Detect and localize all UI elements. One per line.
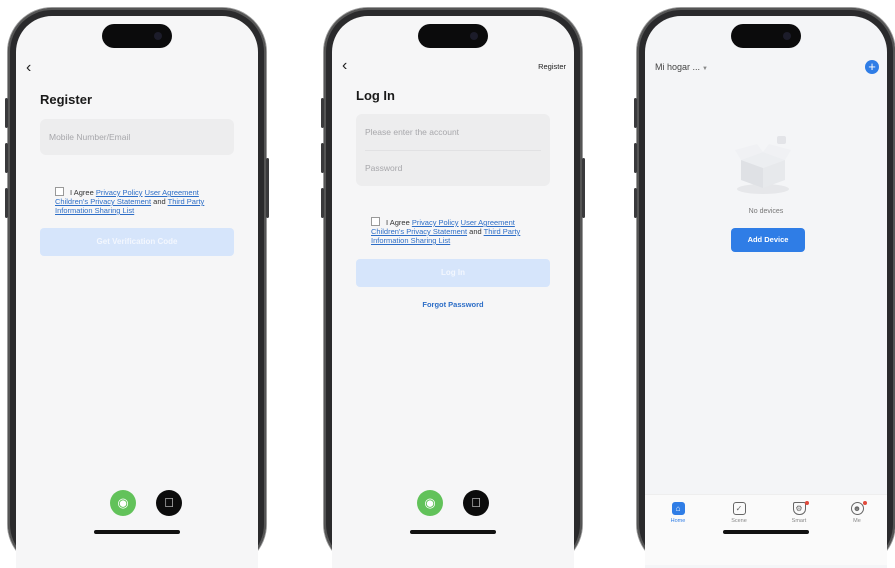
dynamic-island bbox=[731, 24, 801, 48]
dropdown-caret-icon: ▼ bbox=[702, 66, 708, 72]
apple-icon[interactable]:  bbox=[463, 490, 489, 516]
account-input[interactable]: Please enter the account bbox=[365, 114, 541, 151]
apple-icon[interactable]:  bbox=[156, 490, 182, 516]
phone-register: ‹ Register Mobile Number/Email I Agree P… bbox=[5, 8, 269, 568]
user-agreement-link[interactable]: User Agreement bbox=[145, 188, 199, 197]
back-chevron-icon[interactable]: ‹ bbox=[342, 58, 347, 74]
add-device-button[interactable]: Add Device bbox=[731, 228, 805, 252]
mobile-email-placeholder: Mobile Number/Email bbox=[49, 132, 131, 142]
mobile-email-input[interactable]: Mobile Number/Email bbox=[40, 119, 234, 155]
home-indicator bbox=[94, 530, 180, 534]
tab-scene-label: Scene bbox=[731, 518, 747, 524]
login-button[interactable]: Log In bbox=[356, 259, 550, 287]
register-screen: ‹ Register Mobile Number/Email I Agree P… bbox=[16, 16, 258, 568]
smart-icon: ⚙ bbox=[792, 502, 806, 515]
profile-icon: ☻ bbox=[850, 502, 864, 515]
tab-home[interactable]: ⌂ Home bbox=[660, 502, 696, 524]
childrens-privacy-link[interactable]: Children's Privacy Statement bbox=[371, 227, 467, 236]
agree-prefix: I Agree bbox=[70, 188, 94, 197]
get-verification-code-button[interactable]: Get Verification Code bbox=[40, 228, 234, 256]
privacy-policy-link[interactable]: Privacy Policy bbox=[96, 188, 143, 197]
tab-smart[interactable]: ⚙ Smart bbox=[781, 501, 817, 524]
home-indicator bbox=[410, 530, 496, 534]
empty-state-text: No devices bbox=[748, 208, 784, 215]
home-icon: ⌂ bbox=[671, 502, 685, 515]
dynamic-island bbox=[102, 24, 172, 48]
add-plus-icon[interactable]: + bbox=[865, 60, 879, 74]
phone-login: ‹ Register Log In Please enter the accou… bbox=[321, 8, 585, 568]
agree-checkbox[interactable] bbox=[55, 187, 64, 196]
childrens-privacy-link[interactable]: Children's Privacy Statement bbox=[55, 197, 151, 206]
empty-box-illustration bbox=[735, 136, 791, 194]
home-selector[interactable]: Mi hogar ... ▼ bbox=[655, 62, 708, 72]
tab-home-label: Home bbox=[670, 518, 686, 524]
agreement-text: I Agree Privacy Policy User Agreement Ch… bbox=[55, 187, 230, 215]
password-placeholder: Password bbox=[365, 163, 403, 173]
agree-and: and bbox=[469, 227, 482, 236]
account-placeholder: Please enter the account bbox=[365, 127, 460, 137]
user-agreement-link[interactable]: User Agreement bbox=[461, 218, 515, 227]
dynamic-island bbox=[418, 24, 488, 48]
tab-scene[interactable]: ✓ Scene bbox=[721, 502, 757, 524]
page-title: Log In bbox=[356, 88, 395, 103]
agreement-text: I Agree Privacy Policy User Agreement Ch… bbox=[371, 217, 546, 245]
phone-home: Mi hogar ... ▼ + No devices Add Device ⌂ … bbox=[634, 8, 895, 568]
home-name: Mi hogar ... bbox=[655, 62, 701, 72]
password-input[interactable]: Password bbox=[365, 151, 550, 186]
forgot-password-link[interactable]: Forgot Password bbox=[332, 300, 574, 309]
register-link[interactable]: Register bbox=[538, 62, 566, 71]
agree-and: and bbox=[153, 197, 166, 206]
wechat-icon[interactable]: ◉ bbox=[417, 490, 443, 516]
me-notification-dot bbox=[863, 501, 867, 505]
login-screen: ‹ Register Log In Please enter the accou… bbox=[332, 16, 574, 568]
wechat-icon[interactable]: ◉ bbox=[110, 490, 136, 516]
tab-me-label: Me bbox=[853, 518, 861, 524]
smart-notification-dot bbox=[805, 501, 809, 505]
credentials-box: Please enter the account Password bbox=[356, 114, 550, 186]
agree-checkbox[interactable] bbox=[371, 217, 380, 226]
home-indicator bbox=[723, 530, 809, 534]
home-screen: Mi hogar ... ▼ + No devices Add Device ⌂ … bbox=[645, 16, 887, 568]
scene-icon: ✓ bbox=[732, 502, 746, 515]
tab-smart-label: Smart bbox=[791, 518, 807, 524]
tab-me[interactable]: ☻ Me bbox=[839, 501, 875, 524]
page-title: Register bbox=[40, 92, 93, 107]
privacy-policy-link[interactable]: Privacy Policy bbox=[412, 218, 459, 227]
agree-prefix: I Agree bbox=[386, 218, 410, 227]
back-chevron-icon[interactable]: ‹ bbox=[26, 60, 31, 76]
